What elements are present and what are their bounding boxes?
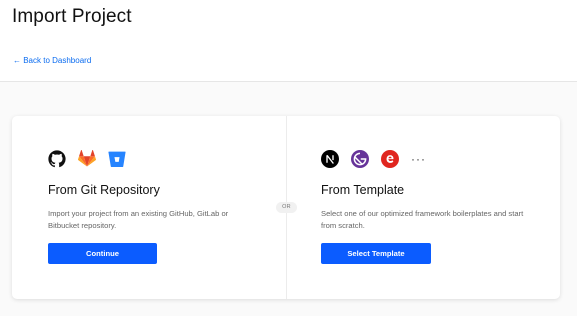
header: Import Project ← Back to Dashboard <box>0 0 577 82</box>
nextjs-icon <box>321 150 339 168</box>
git-repository-heading: From Git Repository <box>48 183 160 197</box>
page-title: Import Project <box>12 6 132 27</box>
gatsby-icon <box>351 150 369 168</box>
gitlab-icon <box>78 150 96 167</box>
import-options-card: OR From Git Repository Import your proje… <box>12 116 560 299</box>
template-framework-icons: ··· <box>321 150 426 168</box>
back-to-dashboard-link[interactable]: ← Back to Dashboard <box>13 56 91 65</box>
template-heading: From Template <box>321 183 405 197</box>
github-icon <box>48 150 66 168</box>
template-description: Select one of our optimized framework bo… <box>321 209 524 230</box>
git-repository-description: Import your project from an existing Git… <box>48 209 229 230</box>
continue-button[interactable]: Continue <box>48 243 157 264</box>
template-panel: ··· From Template Select one of our opti… <box>321 116 577 299</box>
git-provider-icons <box>48 150 126 168</box>
bitbucket-icon <box>108 151 126 168</box>
more-icon[interactable]: ··· <box>411 150 426 168</box>
eleventy-icon <box>381 150 399 168</box>
git-repository-panel: From Git Repository Import your project … <box>48 116 308 299</box>
select-template-button[interactable]: Select Template <box>321 243 431 264</box>
